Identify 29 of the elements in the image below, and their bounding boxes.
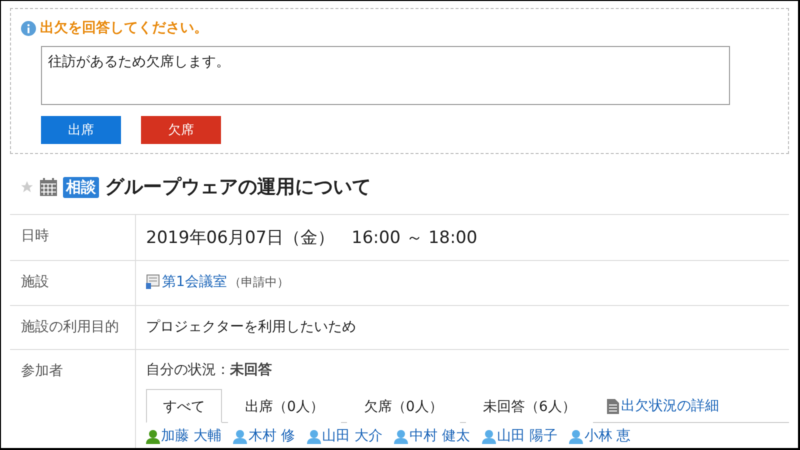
participant-link[interactable]: 山田 大介 [306, 427, 382, 445]
document-icon [606, 398, 619, 414]
detail-label: 施設 [10, 261, 136, 305]
info-icon [21, 20, 36, 36]
category-tag: 相談 [63, 176, 99, 198]
event-title: グループウェアの運用について [105, 175, 371, 200]
notice-message: 出欠を回答してください。 [40, 19, 208, 37]
participant-link[interactable]: 小林 恵 [569, 427, 631, 445]
participant-link[interactable]: 木村 修 [233, 427, 295, 445]
status-note: （申請中） [228, 274, 289, 290]
detail-value: プロジェクターを利用したいため [146, 318, 357, 337]
filter-tab[interactable]: すべて [146, 389, 222, 423]
participant-link[interactable]: 山田 陽子 [482, 427, 558, 445]
participant-link[interactable]: 中村 健太 [394, 427, 470, 445]
attend-button[interactable]: 出席 [41, 116, 121, 144]
detail-value: 2019年06月07日（金） 16:00 ～ 18:00 [146, 227, 478, 250]
comment-field[interactable]: 往訪があるため欠席します。 [41, 46, 730, 105]
absent-button[interactable]: 欠席 [141, 116, 221, 144]
participant-link[interactable]: 加藤 大輔 [146, 427, 222, 445]
attendance-detail-link[interactable]: 出欠状況の詳細 [598, 397, 719, 422]
detail-label: 日時 [10, 215, 136, 260]
detail-label: 施設の利用目的 [10, 306, 136, 349]
facility-icon [146, 274, 160, 290]
detail-label: 参加者 [10, 350, 136, 448]
status-value: 未回答 [230, 361, 272, 379]
facility-link[interactable]: 第1会議室 [162, 273, 227, 291]
status-label: 自分の状況： [146, 361, 230, 379]
calendar-icon [40, 178, 57, 196]
star-icon[interactable] [20, 180, 34, 194]
